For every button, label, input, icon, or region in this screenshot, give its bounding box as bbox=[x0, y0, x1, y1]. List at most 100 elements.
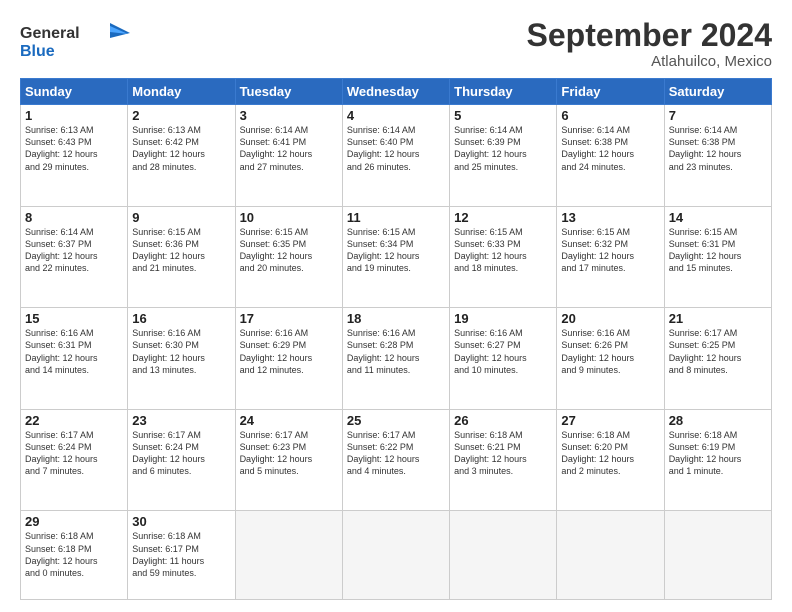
title-area: September 2024 Atlahuilco, Mexico bbox=[527, 18, 772, 70]
day-cell: 8Sunrise: 6:14 AM Sunset: 6:37 PM Daylig… bbox=[21, 206, 128, 308]
day-number: 3 bbox=[240, 108, 338, 123]
day-cell bbox=[235, 511, 342, 600]
day-info: Sunrise: 6:16 AM Sunset: 6:31 PM Dayligh… bbox=[25, 327, 123, 376]
day-info: Sunrise: 6:15 AM Sunset: 6:36 PM Dayligh… bbox=[132, 226, 230, 275]
day-cell: 4Sunrise: 6:14 AM Sunset: 6:40 PM Daylig… bbox=[342, 105, 449, 207]
day-number: 10 bbox=[240, 210, 338, 225]
day-info: Sunrise: 6:16 AM Sunset: 6:27 PM Dayligh… bbox=[454, 327, 552, 376]
day-info: Sunrise: 6:16 AM Sunset: 6:29 PM Dayligh… bbox=[240, 327, 338, 376]
day-info: Sunrise: 6:17 AM Sunset: 6:24 PM Dayligh… bbox=[132, 429, 230, 478]
day-info: Sunrise: 6:17 AM Sunset: 6:25 PM Dayligh… bbox=[669, 327, 767, 376]
day-info: Sunrise: 6:13 AM Sunset: 6:43 PM Dayligh… bbox=[25, 124, 123, 173]
day-number: 22 bbox=[25, 413, 123, 428]
day-info: Sunrise: 6:15 AM Sunset: 6:31 PM Dayligh… bbox=[669, 226, 767, 275]
day-number: 28 bbox=[669, 413, 767, 428]
day-cell: 1Sunrise: 6:13 AM Sunset: 6:43 PM Daylig… bbox=[21, 105, 128, 207]
day-info: Sunrise: 6:14 AM Sunset: 6:41 PM Dayligh… bbox=[240, 124, 338, 173]
day-cell: 19Sunrise: 6:16 AM Sunset: 6:27 PM Dayli… bbox=[450, 308, 557, 410]
day-number: 26 bbox=[454, 413, 552, 428]
day-number: 1 bbox=[25, 108, 123, 123]
day-info: Sunrise: 6:14 AM Sunset: 6:38 PM Dayligh… bbox=[561, 124, 659, 173]
day-cell: 21Sunrise: 6:17 AM Sunset: 6:25 PM Dayli… bbox=[664, 308, 771, 410]
day-number: 9 bbox=[132, 210, 230, 225]
day-info: Sunrise: 6:17 AM Sunset: 6:23 PM Dayligh… bbox=[240, 429, 338, 478]
day-number: 30 bbox=[132, 514, 230, 529]
day-cell: 14Sunrise: 6:15 AM Sunset: 6:31 PM Dayli… bbox=[664, 206, 771, 308]
day-cell: 18Sunrise: 6:16 AM Sunset: 6:28 PM Dayli… bbox=[342, 308, 449, 410]
day-number: 17 bbox=[240, 311, 338, 326]
day-cell: 28Sunrise: 6:18 AM Sunset: 6:19 PM Dayli… bbox=[664, 409, 771, 511]
day-info: Sunrise: 6:16 AM Sunset: 6:28 PM Dayligh… bbox=[347, 327, 445, 376]
svg-text:Blue: Blue bbox=[20, 43, 55, 60]
week-row-1: 8Sunrise: 6:14 AM Sunset: 6:37 PM Daylig… bbox=[21, 206, 772, 308]
calendar-table: Sunday Monday Tuesday Wednesday Thursday… bbox=[20, 78, 772, 600]
day-info: Sunrise: 6:13 AM Sunset: 6:42 PM Dayligh… bbox=[132, 124, 230, 173]
day-cell: 24Sunrise: 6:17 AM Sunset: 6:23 PM Dayli… bbox=[235, 409, 342, 511]
day-cell bbox=[342, 511, 449, 600]
month-title: September 2024 bbox=[527, 18, 772, 53]
day-number: 15 bbox=[25, 311, 123, 326]
day-number: 20 bbox=[561, 311, 659, 326]
day-number: 12 bbox=[454, 210, 552, 225]
day-cell bbox=[450, 511, 557, 600]
day-info: Sunrise: 6:14 AM Sunset: 6:40 PM Dayligh… bbox=[347, 124, 445, 173]
top-header: General Blue September 2024 Atlahuilco, … bbox=[20, 18, 772, 70]
day-info: Sunrise: 6:18 AM Sunset: 6:17 PM Dayligh… bbox=[132, 530, 230, 579]
day-cell: 29Sunrise: 6:18 AM Sunset: 6:18 PM Dayli… bbox=[21, 511, 128, 600]
day-number: 8 bbox=[25, 210, 123, 225]
day-cell: 27Sunrise: 6:18 AM Sunset: 6:20 PM Dayli… bbox=[557, 409, 664, 511]
day-info: Sunrise: 6:16 AM Sunset: 6:26 PM Dayligh… bbox=[561, 327, 659, 376]
day-cell: 2Sunrise: 6:13 AM Sunset: 6:42 PM Daylig… bbox=[128, 105, 235, 207]
page: General Blue September 2024 Atlahuilco, … bbox=[0, 0, 792, 612]
day-info: Sunrise: 6:14 AM Sunset: 6:37 PM Dayligh… bbox=[25, 226, 123, 275]
day-cell: 17Sunrise: 6:16 AM Sunset: 6:29 PM Dayli… bbox=[235, 308, 342, 410]
day-number: 16 bbox=[132, 311, 230, 326]
day-number: 7 bbox=[669, 108, 767, 123]
day-cell: 12Sunrise: 6:15 AM Sunset: 6:33 PM Dayli… bbox=[450, 206, 557, 308]
day-number: 19 bbox=[454, 311, 552, 326]
day-number: 27 bbox=[561, 413, 659, 428]
day-info: Sunrise: 6:14 AM Sunset: 6:38 PM Dayligh… bbox=[669, 124, 767, 173]
day-info: Sunrise: 6:15 AM Sunset: 6:35 PM Dayligh… bbox=[240, 226, 338, 275]
day-cell: 23Sunrise: 6:17 AM Sunset: 6:24 PM Dayli… bbox=[128, 409, 235, 511]
day-cell bbox=[557, 511, 664, 600]
week-row-2: 15Sunrise: 6:16 AM Sunset: 6:31 PM Dayli… bbox=[21, 308, 772, 410]
day-info: Sunrise: 6:14 AM Sunset: 6:39 PM Dayligh… bbox=[454, 124, 552, 173]
day-number: 24 bbox=[240, 413, 338, 428]
day-number: 6 bbox=[561, 108, 659, 123]
day-info: Sunrise: 6:15 AM Sunset: 6:34 PM Dayligh… bbox=[347, 226, 445, 275]
day-info: Sunrise: 6:18 AM Sunset: 6:19 PM Dayligh… bbox=[669, 429, 767, 478]
week-row-3: 22 Sunrise: 6:17 AM Sunset: 6:24 PM Dayli… bbox=[21, 409, 772, 511]
header-monday: Monday bbox=[128, 79, 235, 105]
header-row: Sunday Monday Tuesday Wednesday Thursday… bbox=[21, 79, 772, 105]
day-number: 23 bbox=[132, 413, 230, 428]
day-number: 4 bbox=[347, 108, 445, 123]
header-tuesday: Tuesday bbox=[235, 79, 342, 105]
day-cell: 30Sunrise: 6:18 AM Sunset: 6:17 PM Dayli… bbox=[128, 511, 235, 600]
week-row-4: 29Sunrise: 6:18 AM Sunset: 6:18 PM Dayli… bbox=[21, 511, 772, 600]
header-thursday: Thursday bbox=[450, 79, 557, 105]
day-number: 21 bbox=[669, 311, 767, 326]
day-number: 11 bbox=[347, 210, 445, 225]
day-cell: 26Sunrise: 6:18 AM Sunset: 6:21 PM Dayli… bbox=[450, 409, 557, 511]
day-cell: 20Sunrise: 6:16 AM Sunset: 6:26 PM Dayli… bbox=[557, 308, 664, 410]
day-cell: 15Sunrise: 6:16 AM Sunset: 6:31 PM Dayli… bbox=[21, 308, 128, 410]
logo-wordmark: General Blue bbox=[20, 18, 130, 68]
day-cell: 16Sunrise: 6:16 AM Sunset: 6:30 PM Dayli… bbox=[128, 308, 235, 410]
day-info: Sunrise: 6:15 AM Sunset: 6:33 PM Dayligh… bbox=[454, 226, 552, 275]
header-saturday: Saturday bbox=[664, 79, 771, 105]
header-sunday: Sunday bbox=[21, 79, 128, 105]
day-info: Sunrise: 6:17 AM Sunset: 6:22 PM Dayligh… bbox=[347, 429, 445, 478]
svg-text:General: General bbox=[20, 25, 80, 42]
day-number: 25 bbox=[347, 413, 445, 428]
day-cell: 10Sunrise: 6:15 AM Sunset: 6:35 PM Dayli… bbox=[235, 206, 342, 308]
location-title: Atlahuilco, Mexico bbox=[527, 53, 772, 70]
header-wednesday: Wednesday bbox=[342, 79, 449, 105]
day-number: 13 bbox=[561, 210, 659, 225]
week-row-0: 1Sunrise: 6:13 AM Sunset: 6:43 PM Daylig… bbox=[21, 105, 772, 207]
day-number: 14 bbox=[669, 210, 767, 225]
day-cell: 3Sunrise: 6:14 AM Sunset: 6:41 PM Daylig… bbox=[235, 105, 342, 207]
day-cell: 7Sunrise: 6:14 AM Sunset: 6:38 PM Daylig… bbox=[664, 105, 771, 207]
day-cell: 22Sunrise: 6:17 AM Sunset: 6:24 PM Dayli… bbox=[21, 409, 128, 511]
day-cell: 25Sunrise: 6:17 AM Sunset: 6:22 PM Dayli… bbox=[342, 409, 449, 511]
